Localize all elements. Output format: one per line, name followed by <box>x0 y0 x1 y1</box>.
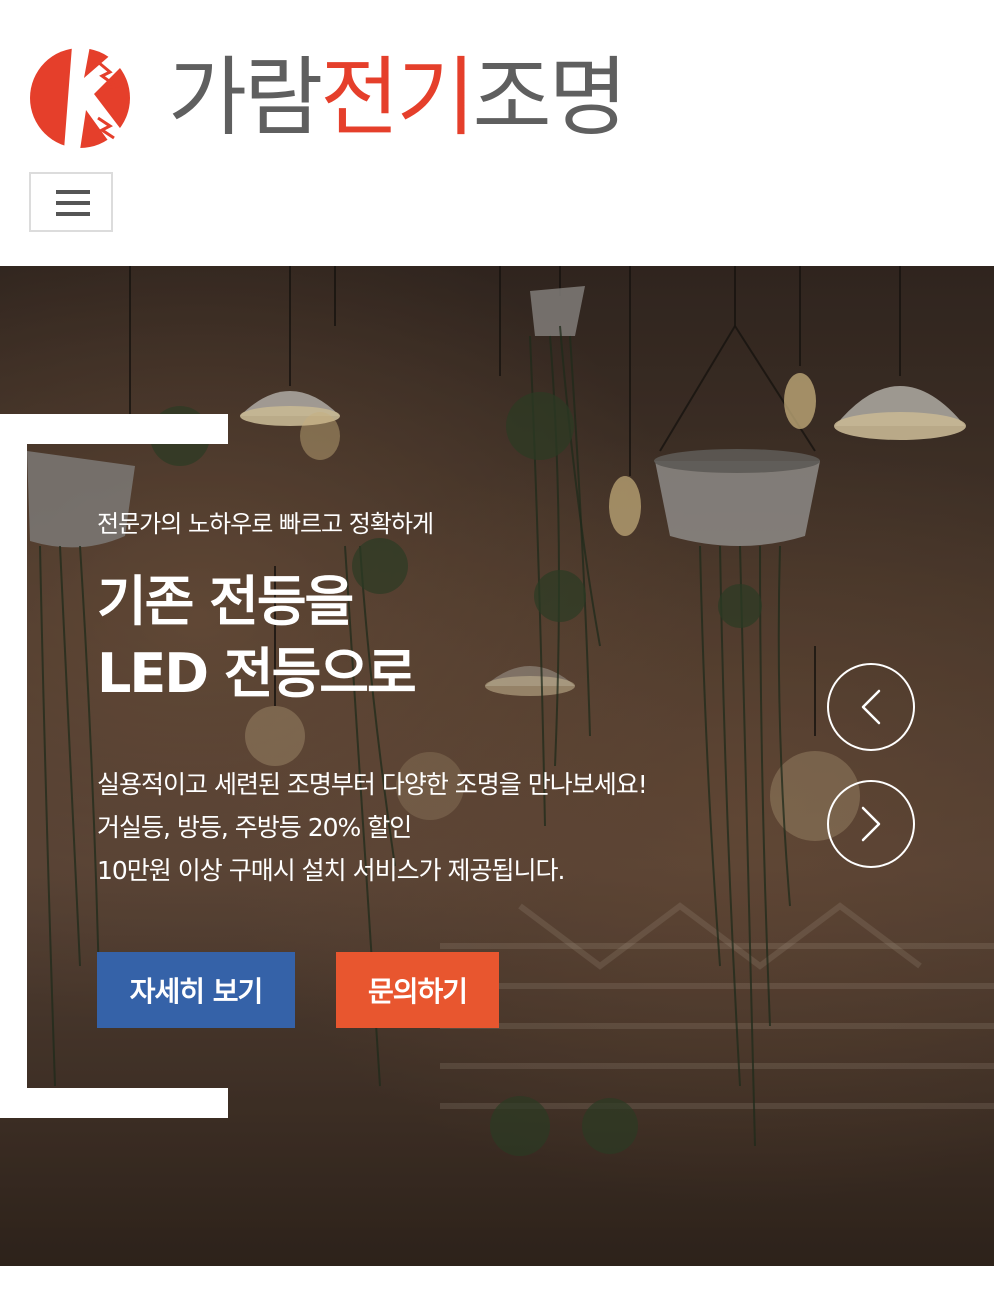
logo-wordmark: 가람전기조명 <box>168 55 628 141</box>
logo-name-part3: 조명 <box>472 48 628 148</box>
slider-next-button[interactable] <box>827 780 915 868</box>
hero-description-line: 거실등, 방등, 주방등 20% 할인 <box>97 813 412 842</box>
hero-description-line: 10만원 이상 구매시 설치 서비스가 제공됩니다. <box>97 856 565 885</box>
inquiry-button[interactable]: 문의하기 <box>336 952 499 1028</box>
hero-description-line: 실용적이고 세련된 조명부터 다양한 조명을 만나보세요! <box>97 770 648 799</box>
site-header: 가람전기조명 <box>0 0 994 266</box>
menu-toggle-button[interactable] <box>29 172 113 232</box>
logo-name-part2: 전기 <box>320 48 475 148</box>
chevron-left-icon <box>861 689 881 725</box>
chevron-right-icon <box>861 806 881 842</box>
hero-description: 실용적이고 세련된 조명부터 다양한 조명을 만나보세요! 거실등, 방등, 주… <box>97 763 648 892</box>
hero-frame-side <box>0 414 27 1118</box>
hero-eyebrow: 전문가의 노하우로 빠르고 정확하게 <box>97 510 434 538</box>
site-logo[interactable]: 가람전기조명 <box>28 38 628 158</box>
slider-prev-button[interactable] <box>827 663 915 751</box>
hero-headline-line1: 기존 전등을 <box>97 570 354 633</box>
logo-name-part1: 가람 <box>168 48 323 148</box>
hero-frame-bottom <box>0 1088 228 1118</box>
hero-headline: 기존 전등을 LED 전등으로 <box>97 566 417 710</box>
page: 가람전기조명 전문가의 노하우로 빠르고 정확하게 기존 전등을 LED 전등으… <box>0 0 994 1300</box>
logo-k-icon <box>30 46 130 150</box>
hero-headline-line2: LED 전등으로 <box>97 642 417 705</box>
hero-slider: 전문가의 노하우로 빠르고 정확하게 기존 전등을 LED 전등으로 실용적이고… <box>0 266 994 1266</box>
hero-frame-top <box>0 414 228 444</box>
view-details-button[interactable]: 자세히 보기 <box>97 952 295 1028</box>
